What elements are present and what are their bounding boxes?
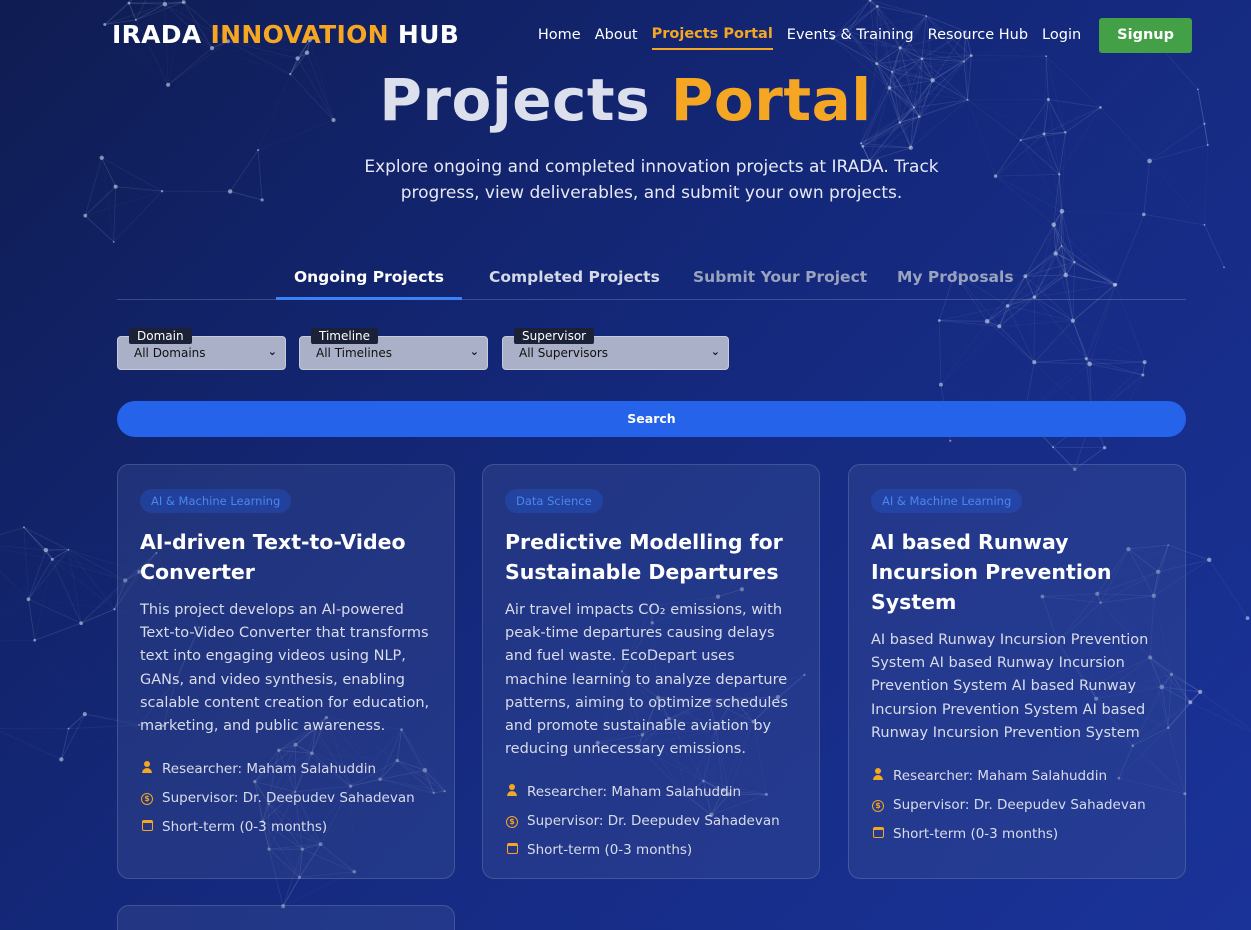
tab-my-proposals[interactable]: My Proposals xyxy=(897,268,1014,300)
nav-link-about[interactable]: About xyxy=(595,21,638,49)
duration-text: Short-term (0-3 months) xyxy=(162,818,328,835)
supervisor-text: Supervisor: Dr. Deepudev Sahadevan xyxy=(162,789,415,806)
supervisor-row: $ Supervisor: Dr. Deepudev Sahadevan xyxy=(140,783,432,812)
domain-badge: AI & Machine Learning xyxy=(871,489,1023,513)
project-meta: Researcher: Maham Salahuddin $ Supervisor… xyxy=(505,777,797,864)
domain-badge: Data Science xyxy=(505,489,603,513)
top-navbar: IRADA INNOVATION HUB Home About Projects… xyxy=(112,17,1192,54)
search-button[interactable]: Search xyxy=(117,401,1186,437)
tab-ongoing-projects[interactable]: Ongoing Projects xyxy=(276,268,462,300)
user-icon xyxy=(140,761,154,776)
timeline-select-value: All Timelines xyxy=(316,346,392,360)
project-meta: Researcher: Maham Salahuddin $ Supervisor… xyxy=(871,761,1163,848)
project-card[interactable]: Data Science Predictive Modelling for Su… xyxy=(482,464,820,879)
project-title: AI based Runway Incursion Prevention Sys… xyxy=(871,530,1112,614)
project-meta: Researcher: Maham Salahuddin $ Supervisor… xyxy=(140,754,432,841)
project-card[interactable]: AI & Machine Learning AI based Runway In… xyxy=(848,464,1186,879)
tab-submit-your-project[interactable]: Submit Your Project xyxy=(693,268,867,300)
user-icon xyxy=(505,784,519,799)
supervisor-text: Supervisor: Dr. Deepudev Sahadevan xyxy=(893,796,1146,813)
project-description: Air travel impacts CO₂ emissions, with p… xyxy=(505,602,788,758)
calendar-icon xyxy=(505,842,519,857)
researcher-row: Researcher: Maham Salahuddin xyxy=(505,777,797,806)
supervisor-row: $ Supervisor: Dr. Deepudev Sahadevan xyxy=(871,790,1163,819)
coin-icon: $ xyxy=(505,813,519,829)
project-card[interactable]: AI & Machine Learning AI-driven Text-to-… xyxy=(117,464,455,879)
brand-word-2: INNOVATION xyxy=(210,20,389,49)
signup-button[interactable]: Signup xyxy=(1099,17,1192,53)
nav-link-projects-portal[interactable]: Projects Portal xyxy=(651,20,773,50)
tab-completed-projects[interactable]: Completed Projects xyxy=(489,268,660,300)
nav-link-events-training[interactable]: Events & Training xyxy=(787,21,914,49)
nav-menu: Home About Projects Portal Events & Trai… xyxy=(524,17,1192,53)
brand-logo[interactable]: IRADA INNOVATION HUB xyxy=(112,20,459,49)
supervisor-filter-label: Supervisor xyxy=(514,328,595,344)
domain-filter-label: Domain xyxy=(129,328,192,344)
duration-row: Short-term (0-3 months) xyxy=(505,835,797,864)
chevron-down-icon: ⌄ xyxy=(710,345,720,358)
page-title-word-1: Projects xyxy=(379,66,651,134)
duration-row: Short-term (0-3 months) xyxy=(871,819,1163,848)
project-title: Predictive Modelling for Sustainable Dep… xyxy=(505,530,783,584)
researcher-text: Researcher: Maham Salahuddin xyxy=(527,783,741,800)
page-title-word-2: Portal xyxy=(670,66,872,134)
calendar-icon xyxy=(140,819,154,834)
supervisor-row: $ Supervisor: Dr. Deepudev Sahadevan xyxy=(505,806,797,835)
project-card-partial[interactable] xyxy=(117,905,455,930)
domain-badge: AI & Machine Learning xyxy=(140,489,292,513)
duration-row: Short-term (0-3 months) xyxy=(140,812,432,841)
domain-select-value: All Domains xyxy=(134,346,206,360)
domain-filter: Domain All Domains ⌄ xyxy=(117,328,286,370)
project-title: AI-driven Text-to-Video Converter xyxy=(140,530,406,584)
project-description: AI based Runway Incursion Prevention Sys… xyxy=(871,632,1149,741)
nav-link-resource-hub[interactable]: Resource Hub xyxy=(928,21,1028,49)
user-icon xyxy=(871,768,885,783)
chevron-down-icon: ⌄ xyxy=(469,345,479,358)
timeline-filter-label: Timeline xyxy=(311,328,379,344)
supervisor-select-value: All Supervisors xyxy=(519,346,609,360)
researcher-text: Researcher: Maham Salahuddin xyxy=(162,760,376,777)
timeline-filter: Timeline All Timelines ⌄ xyxy=(299,328,488,370)
coin-icon: $ xyxy=(871,797,885,813)
nav-link-login[interactable]: Login xyxy=(1042,21,1081,49)
duration-text: Short-term (0-3 months) xyxy=(527,841,693,858)
supervisor-filter: Supervisor All Supervisors ⌄ xyxy=(502,328,729,370)
researcher-row: Researcher: Maham Salahuddin xyxy=(140,754,432,783)
researcher-text: Researcher: Maham Salahuddin xyxy=(893,767,1107,784)
duration-text: Short-term (0-3 months) xyxy=(893,825,1059,842)
project-tabs: Ongoing Projects Completed Projects Subm… xyxy=(117,262,1186,300)
page-title: Projects Portal xyxy=(0,66,1251,134)
coin-icon: $ xyxy=(140,790,154,806)
chevron-down-icon: ⌄ xyxy=(267,345,277,358)
supervisor-text: Supervisor: Dr. Deepudev Sahadevan xyxy=(527,812,780,829)
calendar-icon xyxy=(871,826,885,841)
researcher-row: Researcher: Maham Salahuddin xyxy=(871,761,1163,790)
nav-link-home[interactable]: Home xyxy=(538,21,581,49)
brand-word-1: IRADA xyxy=(112,20,202,49)
project-description: This project develops an AI-powered Text… xyxy=(140,602,430,735)
page-subtitle: Explore ongoing and completed innovation… xyxy=(364,157,939,203)
brand-word-3: HUB xyxy=(397,20,460,49)
